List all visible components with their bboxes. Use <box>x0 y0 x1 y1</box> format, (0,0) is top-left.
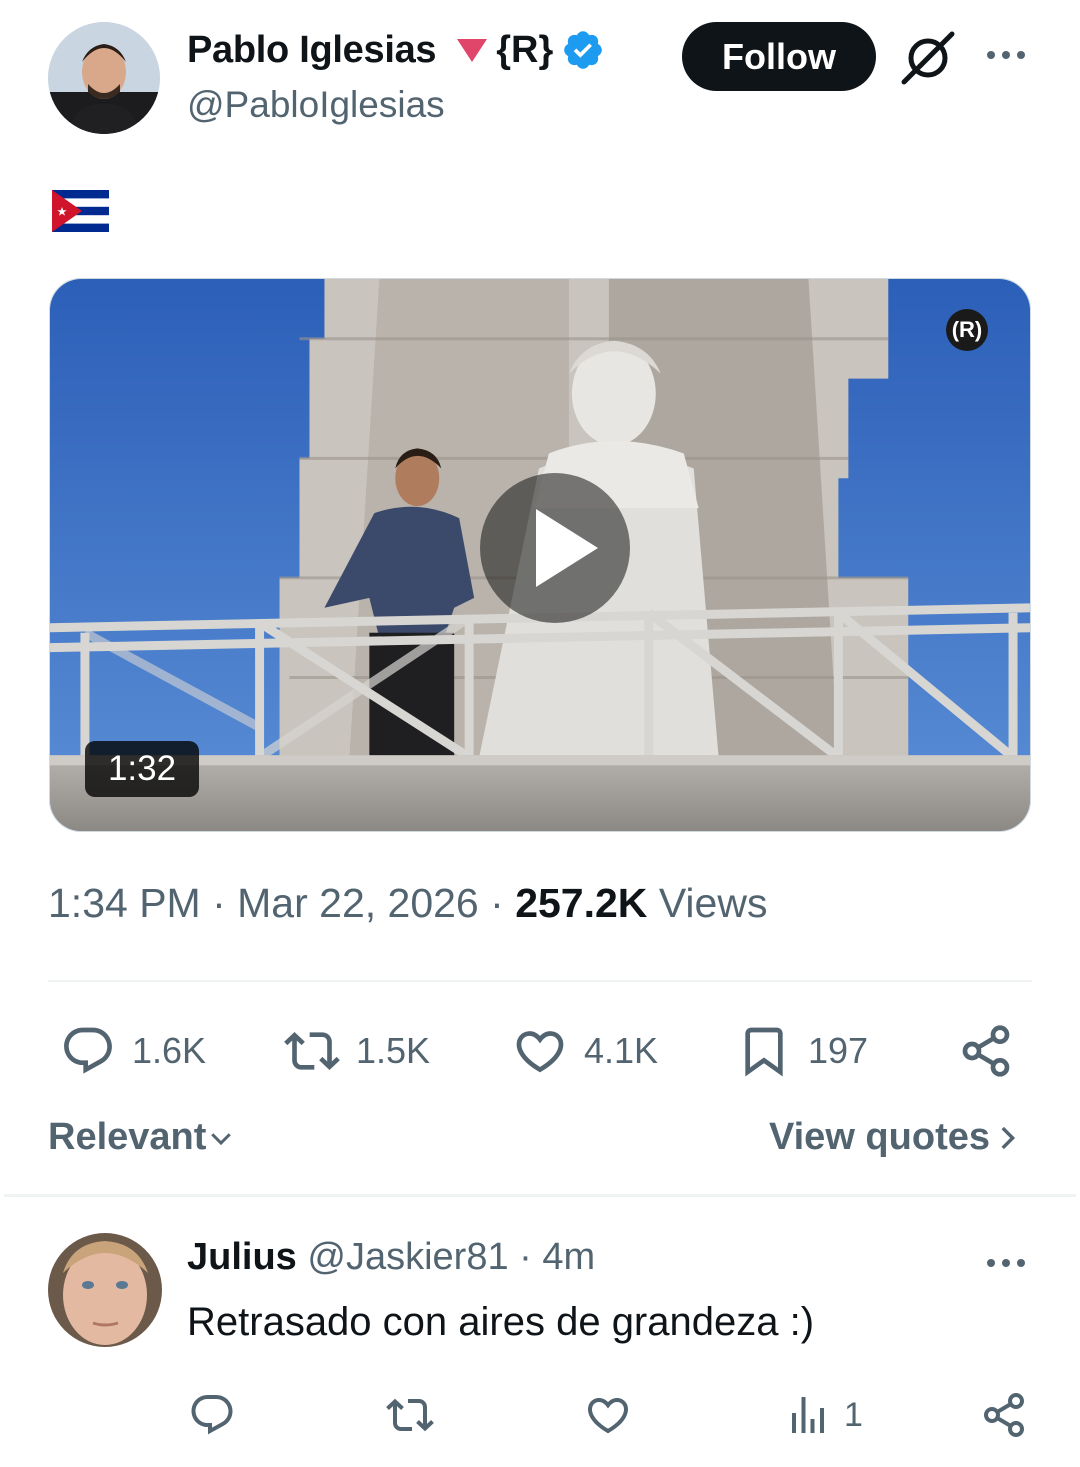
reply-header: Julius @Jaskier81 · 4m <box>187 1236 596 1278</box>
share-icon <box>962 1025 1010 1077</box>
author-name[interactable]: Pablo Iglesias <box>187 29 437 72</box>
view-quotes-label: View quotes <box>768 1116 990 1158</box>
sort-relevant-label: Relevant <box>48 1116 207 1158</box>
share-icon <box>984 1393 1024 1437</box>
bookmark-count: 197 <box>808 1030 869 1071</box>
views-count: 257.2K <box>515 880 648 926</box>
like-button[interactable]: 4.1K <box>512 1022 658 1080</box>
like-icon <box>587 1398 629 1434</box>
views-icon <box>792 1397 824 1433</box>
chevron-right-icon <box>1001 1126 1016 1149</box>
cuba-flag-icon <box>52 190 109 232</box>
reply-count: 1.6K <box>132 1030 207 1071</box>
reply-views-button[interactable]: 1 <box>784 1390 863 1440</box>
repost-count: 1.5K <box>356 1030 431 1071</box>
share-button[interactable] <box>958 1022 1014 1080</box>
divider <box>4 1194 1076 1197</box>
divider <box>48 980 1032 982</box>
chevron-down-icon <box>211 1132 232 1145</box>
reply-icon <box>191 1395 233 1435</box>
repost-button[interactable]: 1.5K <box>284 1022 430 1080</box>
reply-repost-button[interactable] <box>386 1390 434 1440</box>
play-icon <box>536 509 598 587</box>
grok-icon[interactable] <box>898 28 958 86</box>
reply-text: Retrasado con aires de grandeza :) <box>187 1300 815 1344</box>
follow-button[interactable]: Follow <box>682 22 876 91</box>
reply-icon <box>64 1027 112 1074</box>
reply-avatar[interactable] <box>48 1233 162 1347</box>
repost-icon <box>284 1032 340 1070</box>
video-duration: 1:32 <box>85 741 199 797</box>
reply-share-button[interactable] <box>980 1390 1028 1440</box>
more-icon[interactable] <box>984 40 1028 70</box>
video-player[interactable]: (R) 1:32 <box>49 278 1031 832</box>
view-quotes-link[interactable]: View quotes <box>769 1116 1024 1159</box>
post-date[interactable]: Mar 22, 2026 <box>237 880 479 926</box>
reply-author-name[interactable]: Julius <box>187 1236 297 1278</box>
bookmark-button[interactable]: 197 <box>736 1022 868 1080</box>
like-count: 4.1K <box>584 1030 659 1071</box>
verified-badge-icon[interactable] <box>561 28 605 72</box>
reply-time[interactable]: 4m <box>542 1236 595 1278</box>
bookmark-icon <box>745 1027 783 1077</box>
author-name-row: Pablo Iglesias {R} <box>187 26 605 74</box>
author-avatar[interactable] <box>48 22 160 134</box>
play-button[interactable] <box>480 473 630 623</box>
post-time[interactable]: 1:34 PM <box>48 880 201 926</box>
repost-icon <box>386 1398 434 1432</box>
like-icon <box>516 1031 564 1073</box>
post-meta: 1:34 PM · Mar 22, 2026 · 257.2K Views <box>48 880 768 926</box>
video-watermark: (R) <box>946 309 988 351</box>
reply-views-count: 1 <box>844 1395 863 1434</box>
sort-relevant-dropdown[interactable]: Relevant <box>48 1116 236 1159</box>
reply-reply-button[interactable] <box>188 1390 236 1440</box>
more-icon[interactable] <box>984 1248 1028 1278</box>
podemos-triangle-icon <box>457 39 488 62</box>
reply-author-handle[interactable]: @Jaskier81 <box>307 1236 508 1278</box>
reply-button[interactable]: 1.6K <box>60 1022 206 1080</box>
author-handle[interactable]: @PabloIglesias <box>187 84 445 126</box>
views-label: Views <box>658 880 768 926</box>
author-name-suffix: {R} <box>496 28 554 71</box>
reply-like-button[interactable] <box>584 1390 632 1440</box>
